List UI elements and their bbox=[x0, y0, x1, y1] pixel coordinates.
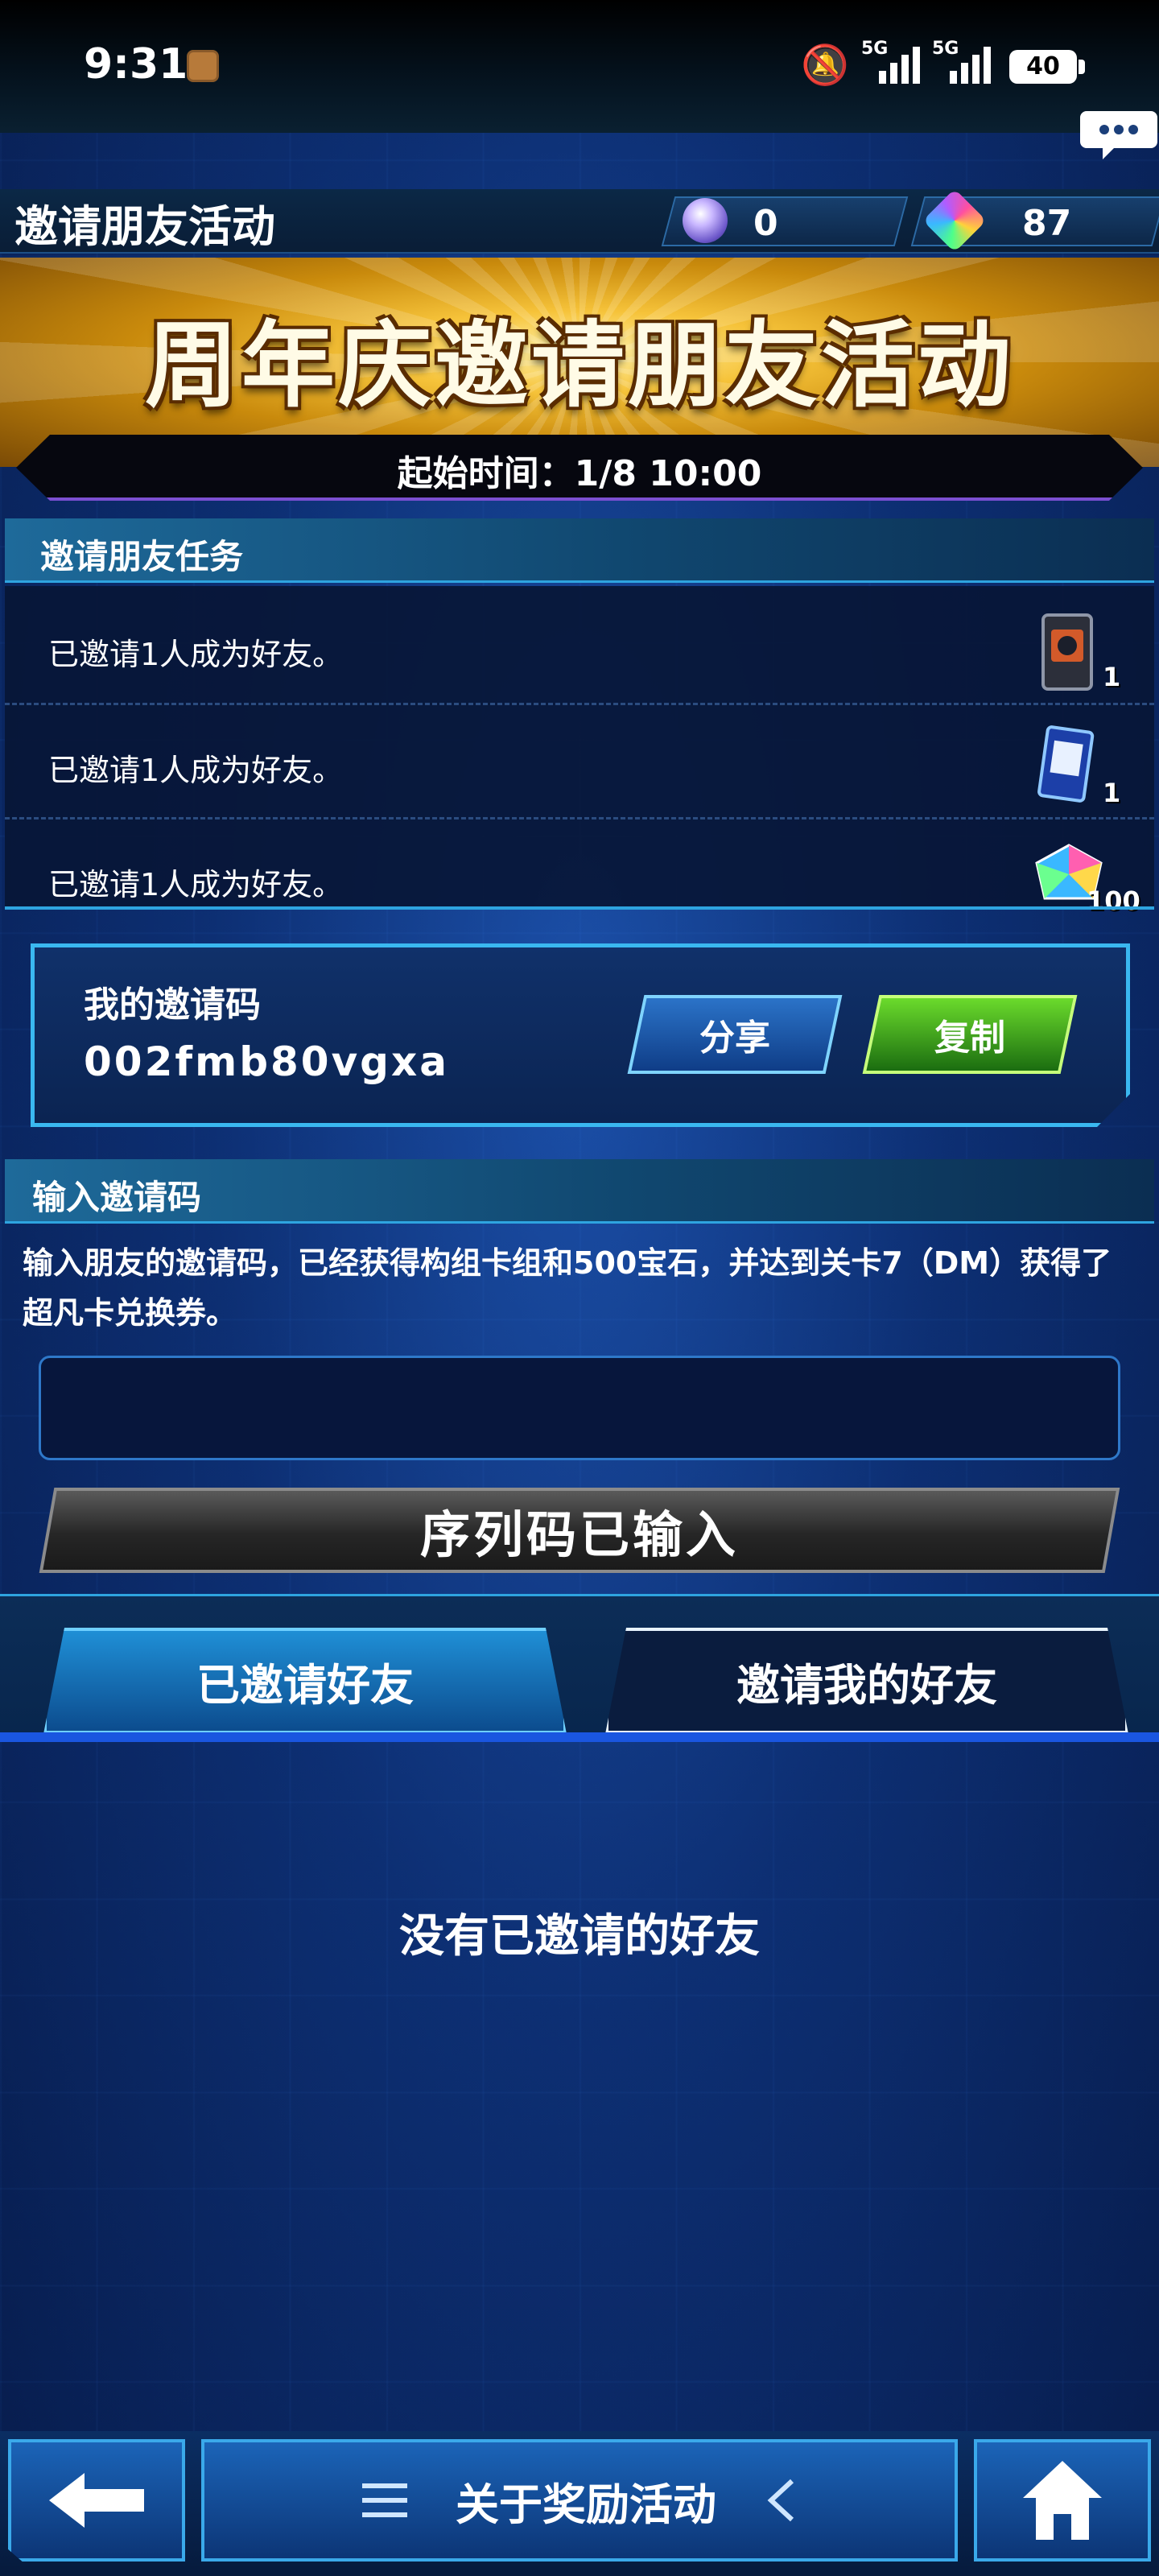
reward-count: 1 bbox=[1103, 662, 1121, 692]
chevron-left-icon bbox=[767, 2479, 794, 2522]
mute-icon: 🔕 bbox=[801, 43, 849, 88]
tab-label: 邀请我的好友 bbox=[736, 1659, 997, 1711]
rewards-info-label: 关于奖励活动 bbox=[456, 2479, 716, 2530]
tasks-divider bbox=[5, 906, 1154, 910]
battery-icon: 40 bbox=[1009, 50, 1085, 84]
reward-count: 100 bbox=[1087, 886, 1140, 916]
menu-icon bbox=[362, 2483, 407, 2517]
rewards-info-bar[interactable]: 关于奖励活动 bbox=[201, 2439, 958, 2562]
gem-count: 87 bbox=[1022, 203, 1072, 244]
tabs-underline bbox=[0, 1732, 1159, 1742]
reward-count: 1 bbox=[1103, 778, 1121, 808]
home-button[interactable] bbox=[974, 2439, 1151, 2562]
enter-code-description: 输入朋友的邀请码，已经获得构组卡组和500宝石，并达到关卡7（DM）获得了超凡卡… bbox=[23, 1245, 1112, 1331]
back-button[interactable] bbox=[8, 2439, 185, 2562]
invite-code-input[interactable] bbox=[39, 1356, 1120, 1460]
task-text: 已邀请1人成为好友。 bbox=[48, 637, 344, 672]
tab-friends-who-invited-me[interactable]: 邀请我的好友 bbox=[605, 1628, 1128, 1734]
copy-button-label: 复制 bbox=[934, 1018, 1005, 1059]
tab-label: 已邀请好友 bbox=[196, 1659, 414, 1711]
signal-label: 5G bbox=[932, 39, 959, 59]
orb-icon bbox=[683, 198, 728, 243]
home-icon bbox=[1023, 2461, 1102, 2540]
share-button[interactable]: 分享 bbox=[627, 995, 843, 1074]
orb-count: 0 bbox=[753, 203, 778, 244]
back-arrow-icon bbox=[49, 2473, 144, 2528]
status-time: 9:31 bbox=[84, 40, 188, 89]
task-text: 已邀请1人成为好友。 bbox=[48, 867, 344, 902]
empty-state-text: 没有已邀请的好友 bbox=[399, 1910, 760, 1963]
card-pack-icon bbox=[1038, 612, 1096, 692]
invite-code-value: 002fmb80vgxa bbox=[84, 1038, 449, 1085]
app-notification-icon bbox=[187, 50, 219, 82]
invite-code-label: 我的邀请码 bbox=[84, 985, 261, 1026]
chat-icon[interactable] bbox=[1080, 111, 1157, 159]
signal-icon: 5G bbox=[932, 39, 992, 84]
serial-submitted-label: 序列码已输入 bbox=[419, 1505, 739, 1564]
enter-code-heading: 输入邀请码 bbox=[32, 1178, 202, 1217]
tasks-heading: 邀请朋友任务 bbox=[40, 537, 244, 576]
share-button-label: 分享 bbox=[699, 1018, 770, 1059]
tab-invited-friends[interactable]: 已邀请好友 bbox=[43, 1628, 567, 1734]
start-time: 起始时间：1/8 10:00 bbox=[397, 453, 762, 494]
page-title: 邀请朋友活动 bbox=[14, 201, 275, 252]
copy-button[interactable]: 复制 bbox=[862, 995, 1078, 1074]
signal-icon: 5G bbox=[861, 39, 921, 84]
signal-label: 5G bbox=[861, 39, 889, 59]
task-text: 已邀请1人成为好友。 bbox=[48, 753, 344, 788]
serial-submitted-button[interactable]: 序列码已输入 bbox=[39, 1488, 1120, 1573]
banner-title: 周年庆邀请朋友活动 bbox=[145, 312, 1014, 420]
card-icon bbox=[1037, 724, 1095, 805]
